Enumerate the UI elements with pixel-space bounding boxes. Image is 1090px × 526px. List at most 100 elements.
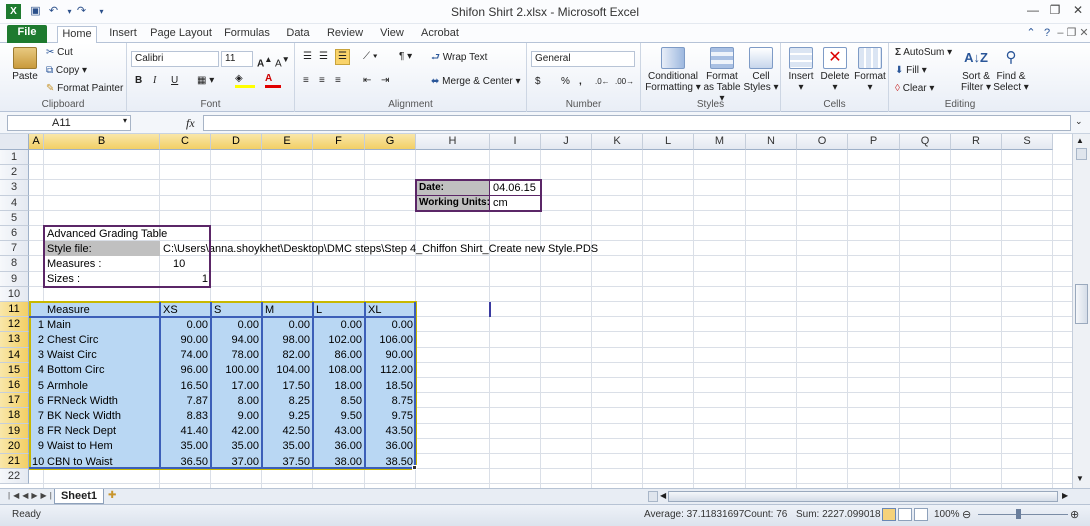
row-header-15[interactable]: 15 xyxy=(0,362,29,378)
scroll-right-icon[interactable]: ▶ xyxy=(1062,491,1068,500)
normal-view-icon[interactable] xyxy=(882,508,896,521)
column-header-k[interactable]: K xyxy=(592,134,643,150)
copy-button[interactable]: ⧉ Copy ▾ xyxy=(46,65,87,77)
zoom-in-icon[interactable]: ⊕ xyxy=(1070,508,1079,521)
delete-cells-button[interactable]: ✕ Delete ▾ xyxy=(819,47,851,93)
font-name-select[interactable]: Calibri xyxy=(131,51,219,67)
column-header-a[interactable]: A xyxy=(29,134,44,150)
column-header-r[interactable]: R xyxy=(951,134,1002,150)
row-header-7[interactable]: 7 xyxy=(0,241,29,257)
comma-button[interactable]: , xyxy=(579,76,582,88)
bold-button[interactable]: B xyxy=(135,75,142,87)
column-header-l[interactable]: L xyxy=(643,134,694,150)
cell-styles-button[interactable]: Cell Styles ▾ xyxy=(743,47,779,93)
shrink-font-icon[interactable]: A▼ xyxy=(275,53,290,70)
close-button[interactable]: ✕ xyxy=(1066,0,1090,20)
row-header-2[interactable]: 2 xyxy=(0,165,29,181)
zoom-slider-thumb[interactable] xyxy=(1016,509,1021,519)
vertical-scroll-thumb[interactable] xyxy=(1075,284,1088,324)
help-icon[interactable]: ? xyxy=(1040,26,1054,43)
column-header-n[interactable]: N xyxy=(746,134,797,150)
insert-sheet-icon[interactable]: ✚ xyxy=(108,490,116,501)
find-select-button[interactable]: ⚲ Find & Select ▾ xyxy=(993,47,1029,93)
align-top-icon[interactable]: ☰ xyxy=(303,51,312,63)
sheet-nav-icons[interactable]: |◀◀▶▶| xyxy=(8,491,55,500)
tab-view[interactable]: View xyxy=(376,26,408,43)
column-header-d[interactable]: D xyxy=(211,134,262,150)
column-header-h[interactable]: H xyxy=(416,134,490,150)
increase-decimal-icon[interactable]: .0← xyxy=(595,76,610,88)
row-header-13[interactable]: 13 xyxy=(0,332,29,348)
conditional-formatting-button[interactable]: Conditional Formatting ▾ xyxy=(645,47,701,93)
column-header-i[interactable]: I xyxy=(490,134,541,150)
row-header-14[interactable]: 14 xyxy=(0,347,29,363)
paste-button[interactable]: Paste xyxy=(8,47,42,82)
percent-button[interactable]: % xyxy=(561,76,570,88)
formula-input[interactable] xyxy=(203,115,1071,131)
column-header-s[interactable]: S xyxy=(1002,134,1053,150)
select-all-corner[interactable] xyxy=(0,134,29,150)
vertical-scrollbar[interactable]: ▲ ▼ xyxy=(1072,134,1090,488)
tab-review[interactable]: Review xyxy=(324,26,366,43)
row-header-3[interactable]: 3 xyxy=(0,180,29,196)
minimize-ribbon-icon[interactable]: ⌃ xyxy=(1024,26,1038,43)
page-layout-view-icon[interactable] xyxy=(898,508,912,521)
row-header-16[interactable]: 16 xyxy=(0,378,29,394)
align-right-icon[interactable]: ≡ xyxy=(335,75,341,87)
column-header-f[interactable]: F xyxy=(313,134,365,150)
align-middle-icon[interactable]: ☰ xyxy=(319,51,328,63)
page-break-view-icon[interactable] xyxy=(914,508,928,521)
tab-page-layout[interactable]: Page Layout xyxy=(150,26,212,43)
horizontal-scroll-thumb[interactable] xyxy=(668,491,1058,502)
row-header-1[interactable]: 1 xyxy=(0,150,29,166)
column-header-g[interactable]: G xyxy=(365,134,416,150)
grow-font-icon[interactable]: A▲ xyxy=(257,53,272,70)
row-header-19[interactable]: 19 xyxy=(0,423,29,439)
expand-formula-bar-icon[interactable]: ⌄ xyxy=(1075,116,1083,127)
tab-split-box[interactable] xyxy=(648,491,658,502)
column-header-c[interactable]: C xyxy=(160,134,211,150)
row-header-6[interactable]: 6 xyxy=(0,226,29,242)
format-painter-button[interactable]: ✎ Format Painter xyxy=(46,83,123,95)
minimize-button[interactable]: — xyxy=(1022,0,1044,20)
row-header-4[interactable]: 4 xyxy=(0,195,29,211)
workbook-controls[interactable]: – ❐ ✕ xyxy=(1056,26,1090,43)
format-as-table-button[interactable]: Format as Table ▾ xyxy=(701,47,743,104)
worksheet-grid[interactable]: ABCDEFGHIJKLMNOPQRS 1 2 3 4 5 6 7 8 9 10 11 12 13 14 1… xyxy=(0,134,1072,488)
fill-color-icon[interactable]: ◈ xyxy=(235,73,255,88)
paragraph-icon[interactable]: ¶ ▾ xyxy=(399,51,412,63)
row-header-8[interactable]: 8 xyxy=(0,256,29,272)
row-header-22[interactable]: 22 xyxy=(0,469,29,485)
scroll-down-icon[interactable]: ▼ xyxy=(1076,474,1084,483)
number-format-select[interactable]: General xyxy=(531,51,635,67)
align-bottom-icon[interactable]: ☰ xyxy=(335,49,350,65)
currency-button[interactable]: $ xyxy=(535,76,541,88)
split-box[interactable] xyxy=(1076,148,1087,160)
column-header-e[interactable]: E xyxy=(262,134,313,150)
zoom-out-icon[interactable]: ⊖ xyxy=(962,508,971,521)
wrap-text-button[interactable]: ⮐ Wrap Text xyxy=(431,52,487,64)
tab-home[interactable]: Home xyxy=(57,26,97,44)
row-header-12[interactable]: 12 xyxy=(0,317,29,333)
merge-center-button[interactable]: ⬌ Merge & Center ▾ xyxy=(431,76,521,88)
tab-formulas[interactable]: Formulas xyxy=(222,26,272,43)
row-header-11[interactable]: 11 xyxy=(0,302,29,318)
fill-button[interactable]: ⬇ Fill ▾ xyxy=(895,65,927,77)
row-header-17[interactable]: 17 xyxy=(0,393,29,409)
tab-data[interactable]: Data xyxy=(282,26,314,43)
autosum-button[interactable]: Σ AutoSum ▾ xyxy=(895,47,952,59)
row-header-9[interactable]: 9 xyxy=(0,271,29,287)
underline-button[interactable]: U xyxy=(171,75,178,87)
align-center-icon[interactable]: ≡ xyxy=(319,75,325,87)
font-size-select[interactable]: 11 xyxy=(221,51,253,67)
clear-button[interactable]: ◊ Clear ▾ xyxy=(895,83,934,95)
tab-file[interactable]: File xyxy=(7,25,47,43)
scroll-up-icon[interactable]: ▲ xyxy=(1076,136,1084,145)
borders-icon[interactable]: ▦ ▾ xyxy=(197,75,214,87)
row-header-10[interactable]: 10 xyxy=(0,286,29,302)
decrease-indent-icon[interactable]: ⇤ xyxy=(363,75,371,87)
format-cells-button[interactable]: Format ▾ xyxy=(853,47,887,93)
column-header-m[interactable]: M xyxy=(694,134,746,150)
align-left-icon[interactable]: ≡ xyxy=(303,75,309,87)
column-header-j[interactable]: J xyxy=(541,134,592,150)
